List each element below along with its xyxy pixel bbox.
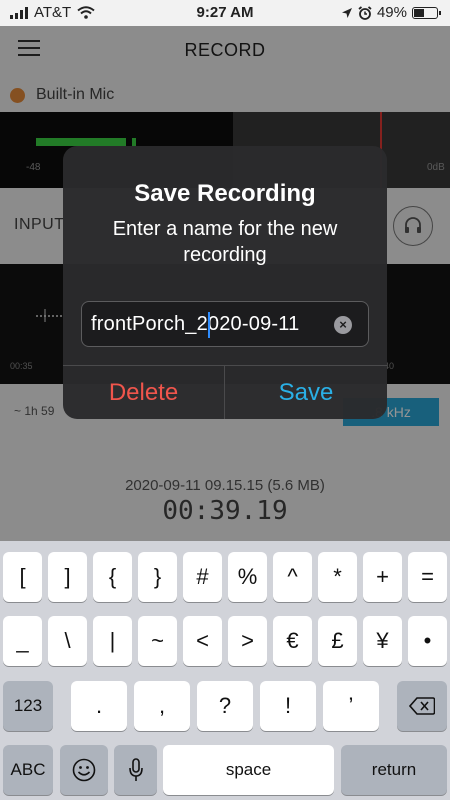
key-numbers-toggle[interactable]: 123 [3,681,53,731]
keyboard: [ ] { } # % ^ * + = _ \ | ~ < > € £ ¥ • … [0,541,450,800]
emoji-key[interactable] [60,745,108,795]
key-period[interactable]: . [71,681,127,731]
space-key[interactable]: space [163,745,334,795]
key-exclamation[interactable]: ! [260,681,316,731]
key-yen[interactable]: ¥ [363,616,402,666]
key-less-than[interactable]: < [183,616,222,666]
dialog-message: Enter a name for the new recording [112,218,338,266]
location-icon [341,7,352,18]
key-hash[interactable]: # [183,552,222,602]
key-caret[interactable]: ^ [273,552,312,602]
status-right: 49% [341,4,441,21]
save-button[interactable]: Save [225,366,387,419]
key-tilde[interactable]: ~ [138,616,177,666]
clear-icon[interactable]: × [334,316,352,334]
backspace-key[interactable] [397,681,447,731]
key-close-bracket[interactable]: ] [48,552,87,602]
battery-icon [412,6,441,19]
key-close-brace[interactable]: } [138,552,177,602]
key-comma[interactable]: , [134,681,190,731]
backspace-icon [408,697,436,715]
recording-name-field[interactable]: frontPorch_2020-09-11 × [81,301,369,347]
microphone-icon [128,758,143,781]
dictation-key[interactable] [114,745,157,795]
key-percent[interactable]: % [228,552,267,602]
key-backslash[interactable]: \ [48,616,87,666]
key-euro[interactable]: € [273,616,312,666]
emoji-icon [72,758,96,782]
key-open-brace[interactable]: { [93,552,132,602]
alarm-icon [358,5,372,20]
text-cursor [208,312,210,338]
key-pound[interactable]: £ [318,616,357,666]
save-recording-dialog: Save Recording Enter a name for the new … [63,146,387,419]
key-open-bracket[interactable]: [ [3,552,42,602]
key-plus[interactable]: + [363,552,402,602]
delete-button[interactable]: Delete [63,366,224,419]
status-bar: AT&T 9:27 AM 49% [0,0,450,26]
key-asterisk[interactable]: * [318,552,357,602]
key-greater-than[interactable]: > [228,616,267,666]
key-letters-toggle[interactable]: ABC [3,745,53,795]
key-equals[interactable]: = [408,552,447,602]
key-apostrophe[interactable]: ’ [323,681,379,731]
key-question[interactable]: ? [197,681,253,731]
return-key[interactable]: return [341,745,447,795]
recording-name-value[interactable]: frontPorch_2020-09-11 [91,313,299,336]
key-bullet[interactable]: • [408,616,447,666]
battery-percent: 49% [376,4,407,21]
dialog-title: Save Recording [134,180,316,207]
key-underscore[interactable]: _ [3,616,42,666]
key-pipe[interactable]: | [93,616,132,666]
